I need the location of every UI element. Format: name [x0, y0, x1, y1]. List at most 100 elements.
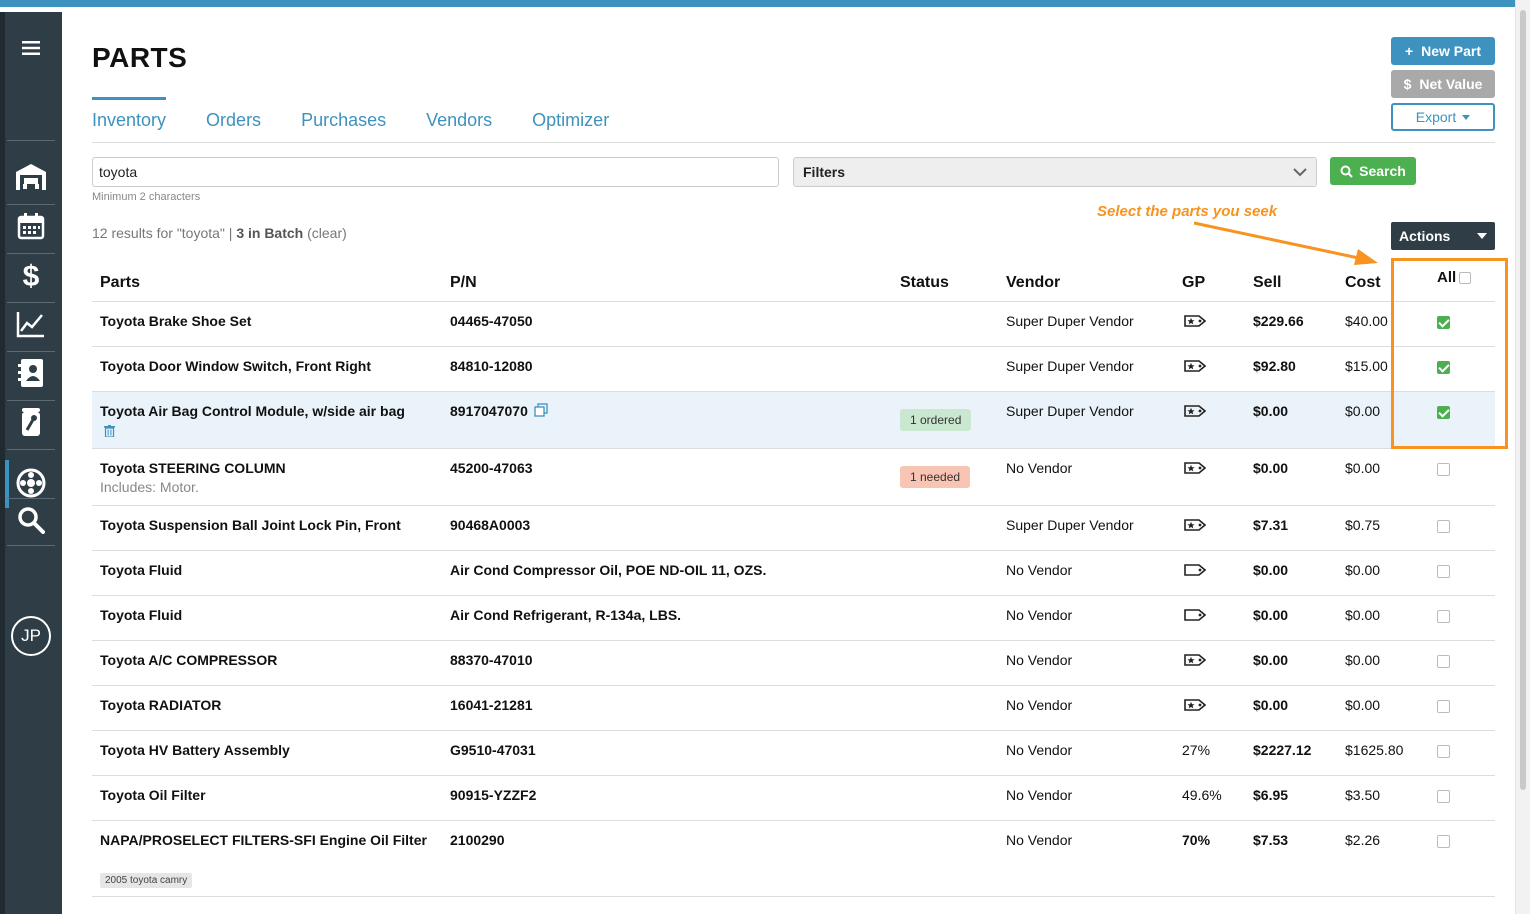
row-checkbox[interactable] [1437, 463, 1450, 476]
copy-icon[interactable] [534, 403, 548, 422]
search-input-value: toyota [99, 164, 138, 180]
part-name[interactable]: Toyota Fluid [100, 562, 182, 578]
table-row[interactable]: Toyota A/C COMPRESSOR 88370-47010 No Vendo… [92, 641, 1495, 686]
vendor-name: No Vendor [1006, 607, 1073, 623]
cost-price: $0.75 [1345, 517, 1381, 533]
row-checkbox[interactable] [1437, 565, 1450, 578]
user-avatar[interactable]: JP [11, 616, 51, 656]
tab-orders[interactable]: Orders [206, 110, 261, 131]
column-header-gp[interactable]: GP [1182, 274, 1205, 292]
trash-icon[interactable] [104, 424, 115, 442]
tab-optimizer[interactable]: Optimizer [532, 110, 609, 131]
part-name[interactable]: Toyota Air Bag Control Module, w/side ai… [100, 403, 405, 419]
part-name[interactable]: NAPA/PROSELECT FILTERS-SFI Engine Oil Fi… [100, 832, 427, 848]
column-header-pn[interactable]: P/N [450, 274, 477, 292]
row-checkbox[interactable] [1437, 790, 1450, 803]
page-title: PARTS [92, 42, 188, 73]
sell-price: $0.00 [1253, 562, 1289, 578]
column-header-cost[interactable]: Cost [1345, 274, 1381, 292]
row-checkbox[interactable] [1437, 655, 1450, 668]
menu-icon[interactable] [7, 24, 55, 72]
price-tag-star-icon[interactable] [1184, 314, 1207, 333]
row-checkbox[interactable] [1437, 700, 1450, 713]
part-includes: Includes: Motor. [100, 479, 199, 495]
table-row[interactable]: Toyota Door Window Switch, Front Right 84… [92, 347, 1495, 392]
part-name[interactable]: Toyota HV Battery Assembly [100, 742, 290, 758]
cost-price: $0.00 [1345, 403, 1381, 419]
row-checkbox[interactable] [1437, 835, 1450, 848]
price-tag-icon[interactable] [1184, 563, 1207, 582]
search-button[interactable]: Search [1330, 157, 1416, 185]
part-name[interactable]: Toyota RADIATOR [100, 697, 221, 713]
part-name[interactable]: Toyota Brake Shoe Set [100, 313, 251, 329]
column-header-status[interactable]: Status [900, 274, 949, 292]
row-checkbox[interactable] [1437, 745, 1450, 758]
new-part-button[interactable]: + New Part [1391, 37, 1495, 65]
filters-label: Filters [803, 164, 846, 180]
top-accent-bar [0, 0, 1515, 7]
price-tag-star-icon[interactable] [1184, 359, 1207, 378]
row-checkbox[interactable] [1437, 520, 1450, 533]
column-header-parts[interactable]: Parts [100, 274, 140, 292]
sell-price: $7.53 [1253, 832, 1289, 848]
part-number: 16041-21281 [450, 697, 533, 713]
table-row[interactable]: Toyota Oil Filter 90915-YZZF2 No Vendor 49.… [92, 776, 1495, 821]
search-icon[interactable] [7, 496, 55, 544]
part-name[interactable]: Toyota A/C COMPRESSOR [100, 652, 277, 668]
part-name[interactable]: Toyota Door Window Switch, Front Right [100, 358, 371, 374]
part-name[interactable]: Toyota STEERING COLUMN [100, 460, 286, 476]
garage-icon[interactable] [7, 153, 55, 201]
results-summary: 12 results for "toyota" | 3 in Batch (cl… [92, 225, 347, 241]
plus-icon: + [1404, 43, 1414, 59]
column-header-sell[interactable]: Sell [1253, 274, 1281, 292]
part-number: 8917047070 [450, 403, 528, 419]
scrollbar[interactable] [1515, 0, 1530, 914]
row-checkbox[interactable] [1437, 610, 1450, 623]
tab-purchases[interactable]: Purchases [301, 110, 386, 131]
sell-price: $92.80 [1253, 358, 1296, 374]
clear-batch-link[interactable]: (clear) [307, 225, 347, 241]
dollar-icon[interactable]: $ [7, 251, 55, 299]
actions-dropdown[interactable]: Actions [1391, 222, 1495, 250]
table-row[interactable]: Toyota HV Battery Assembly G9510-47031 No … [92, 731, 1495, 776]
scrollbar-thumb[interactable] [1520, 10, 1526, 790]
part-name[interactable]: Toyota Oil Filter [100, 787, 206, 803]
dollar-sign-icon: $ [1403, 76, 1412, 92]
table-row[interactable]: Toyota Air Bag Control Module, w/side ai… [92, 392, 1495, 449]
table-row[interactable]: Toyota Suspension Ball Joint Lock Pin, F… [92, 506, 1495, 551]
price-tag-star-icon[interactable] [1184, 698, 1207, 717]
price-tag-star-icon[interactable] [1184, 461, 1207, 480]
contacts-icon[interactable] [7, 349, 55, 397]
search-input[interactable]: toyota [92, 157, 779, 187]
table-row[interactable]: Toyota Brake Shoe Set 04465-47050 Super Du… [92, 302, 1495, 347]
gross-profit: 49.6% [1182, 787, 1222, 803]
part-number: Air Cond Refrigerant, R-134a, LBS. [450, 607, 682, 623]
vehicle-tag: 2005 toyota camry [100, 873, 193, 888]
sell-price: $0.00 [1253, 460, 1289, 476]
sell-price: $229.66 [1253, 313, 1304, 329]
sell-price: $0.00 [1253, 607, 1289, 623]
table-row[interactable]: Toyota Fluid Air Cond Refrigerant, R-134a… [92, 596, 1495, 641]
column-header-vendor[interactable]: Vendor [1006, 274, 1060, 292]
table-row[interactable]: Toyota STEERING COLUMN Includes: Motor. 45… [92, 449, 1495, 506]
export-button[interactable]: Export [1391, 103, 1495, 131]
net-value-button[interactable]: $ Net Value [1391, 70, 1495, 98]
chevron-down-icon [1293, 167, 1307, 176]
table-row[interactable]: Toyota Fluid Air Cond Compressor Oil, POE… [92, 551, 1495, 596]
price-tag-star-icon[interactable] [1184, 518, 1207, 537]
price-tag-star-icon[interactable] [1184, 653, 1207, 672]
vendor-name: No Vendor [1006, 562, 1073, 578]
table-row[interactable]: NAPA/PROSELECT FILTERS-SFI Engine Oil Fi… [92, 821, 1495, 897]
chart-icon[interactable] [7, 300, 55, 348]
sidebar-divider [7, 449, 55, 450]
filters-dropdown[interactable]: Filters [793, 157, 1317, 187]
part-name[interactable]: Toyota Fluid [100, 607, 182, 623]
price-tag-star-icon[interactable] [1184, 404, 1207, 423]
table-row[interactable]: Toyota RADIATOR 16041-21281 No Vendor $0.00… [92, 686, 1495, 731]
tab-vendors[interactable]: Vendors [426, 110, 492, 131]
tab-inventory[interactable]: Inventory [92, 110, 166, 131]
part-name[interactable]: Toyota Suspension Ball Joint Lock Pin, F… [100, 517, 401, 533]
price-tag-icon[interactable] [1184, 608, 1207, 627]
oil-can-icon[interactable] [7, 398, 55, 446]
calendar-icon[interactable] [7, 202, 55, 250]
